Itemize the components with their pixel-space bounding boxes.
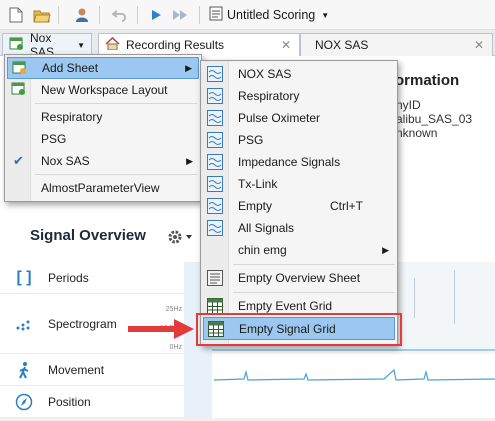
gear-icon[interactable] xyxy=(167,229,193,248)
signal-overview-title: Signal Overview xyxy=(30,227,146,244)
menu-item-label: Impedance Signals xyxy=(238,155,341,169)
tab-row: Nox SAS ▼ Recording Results ✕ NOX SAS ✕ xyxy=(0,30,495,59)
menu-item-label: All Signals xyxy=(238,221,295,235)
close-icon[interactable]: ✕ xyxy=(281,38,291,52)
play-icon[interactable] xyxy=(146,5,166,25)
menu-item-almost-parameter-view[interactable]: AlmostParameterView xyxy=(5,177,201,199)
scoring-dropdown[interactable]: Untitled Scoring ▼ xyxy=(209,5,329,25)
workspace-selector[interactable]: Nox SAS ▼ xyxy=(2,31,92,59)
overview-sheet-icon xyxy=(207,270,223,289)
chevron-down-icon: ▼ xyxy=(77,40,85,50)
menu-item-chin-emg[interactable]: chin emg ▶ xyxy=(201,239,397,261)
waveform-sheet-icon xyxy=(207,198,223,217)
menu-item-respiratory[interactable]: Respiratory xyxy=(5,106,201,128)
menu-item-label: chin emg xyxy=(238,243,287,257)
waveform-sheet-icon xyxy=(207,66,223,85)
signal-row-movement[interactable]: Movement xyxy=(0,354,184,386)
checkmark-icon: ✔ xyxy=(13,153,24,168)
chevron-right-icon: ▶ xyxy=(382,244,389,255)
menu-item-label: NOX SAS xyxy=(238,67,292,81)
info-line: nknown xyxy=(396,126,438,140)
new-file-icon[interactable] xyxy=(6,5,26,25)
compass-icon xyxy=(0,393,48,411)
menu-item-tx-link[interactable]: Tx-Link xyxy=(201,173,397,195)
waveform-sheet-icon xyxy=(207,110,223,129)
chevron-right-icon: ▶ xyxy=(186,155,193,166)
waveform-sheet-icon xyxy=(207,176,223,195)
tab-label: NOX SAS xyxy=(315,38,369,52)
add-sheet-submenu: NOX SAS Respiratory Pulse Oximeter PSG I… xyxy=(200,60,398,346)
chevron-down-icon: ▼ xyxy=(321,10,330,20)
menu-item-label: Nox SAS xyxy=(41,154,90,168)
menu-item-nox-sas-sheet[interactable]: NOX SAS xyxy=(201,63,397,85)
menu-item-label: Empty xyxy=(238,199,273,213)
menu-item-label: New Workspace Layout xyxy=(41,83,168,97)
info-line: alibu_SAS_03 xyxy=(396,112,473,126)
close-icon[interactable]: ✕ xyxy=(474,38,484,52)
menu-item-label: Add Sheet xyxy=(42,61,99,75)
workspace-context-menu: Add Sheet ▶ New Workspace Layout Respira… xyxy=(4,54,202,202)
menu-item-label: AlmostParameterView xyxy=(41,181,160,195)
menu-item-psg-sheet[interactable]: PSG xyxy=(201,129,397,151)
tab-recording-results[interactable]: Recording Results ✕ xyxy=(98,33,300,56)
chevron-right-icon: ▶ xyxy=(185,62,192,73)
waveform-sheet-icon xyxy=(207,88,223,107)
menu-item-pulse-oximeter[interactable]: Pulse Oximeter xyxy=(201,107,397,129)
menu-item-psg[interactable]: PSG xyxy=(5,128,201,150)
keyboard-shortcut: Ctrl+T xyxy=(330,199,363,213)
signal-row-label: Periods xyxy=(48,270,89,285)
workspace-layout-icon xyxy=(11,82,26,99)
user-icon[interactable] xyxy=(72,5,92,25)
brackets-icon: [ ] xyxy=(16,268,32,286)
signal-row-label: Spectrogram xyxy=(48,316,117,331)
menu-item-all-signals[interactable]: All Signals xyxy=(201,217,397,239)
tab-label: Recording Results xyxy=(126,38,225,52)
fast-forward-icon[interactable] xyxy=(170,5,190,25)
menu-item-label: PSG xyxy=(238,133,264,147)
add-sheet-icon xyxy=(12,61,27,78)
waveform-sheet-icon xyxy=(207,132,223,151)
signal-row-label: Position xyxy=(48,394,91,409)
menu-item-label: Pulse Oximeter xyxy=(238,111,321,125)
toolbar: Untitled Scoring ▼ xyxy=(0,0,495,30)
menu-item-empty-overview-sheet[interactable]: Empty Overview Sheet xyxy=(201,267,397,289)
open-folder-icon[interactable] xyxy=(32,5,52,25)
recording-information-details: nyID alibu_SAS_03 nknown xyxy=(396,98,472,140)
home-icon xyxy=(105,36,120,53)
menu-item-nox-sas[interactable]: ✔ Nox SAS ▶ xyxy=(5,150,201,172)
signal-row-position[interactable]: Position xyxy=(0,386,184,418)
recording-information-title: ormation xyxy=(395,72,460,89)
menu-item-impedance-signals[interactable]: Impedance Signals xyxy=(201,151,397,173)
menu-item-label: PSG xyxy=(41,132,67,146)
signal-row-label: Movement xyxy=(48,362,105,377)
annotation-highlight-box xyxy=(196,313,402,346)
signal-row-periods[interactable]: [ ] Periods xyxy=(0,262,184,294)
info-line: nyID xyxy=(396,98,421,112)
scoring-icon xyxy=(209,6,223,24)
menu-item-respiratory-sheet[interactable]: Respiratory xyxy=(201,85,397,107)
scoring-label: Untitled Scoring xyxy=(227,8,316,22)
menu-item-label: Respiratory xyxy=(238,89,300,103)
menu-item-label: Respiratory xyxy=(41,110,103,124)
spectrogram-icon xyxy=(0,317,48,331)
menu-item-empty[interactable]: Empty Ctrl+T xyxy=(201,195,397,217)
menu-item-label: Empty Event Grid xyxy=(238,299,333,313)
workspace-icon xyxy=(9,37,24,54)
undo-icon[interactable] xyxy=(110,5,130,25)
walking-person-icon xyxy=(0,361,48,379)
menu-item-new-workspace-layout[interactable]: New Workspace Layout xyxy=(5,79,201,101)
annotation-arrow-icon xyxy=(126,316,196,345)
waveform-sheet-icon xyxy=(207,220,223,239)
menu-item-label: Empty Overview Sheet xyxy=(238,271,361,285)
menu-item-label: Tx-Link xyxy=(238,177,278,191)
menu-item-add-sheet[interactable]: Add Sheet ▶ xyxy=(7,57,199,79)
waveform-sheet-icon xyxy=(207,154,223,173)
tab-nox-sas[interactable]: NOX SAS ✕ xyxy=(300,33,493,56)
